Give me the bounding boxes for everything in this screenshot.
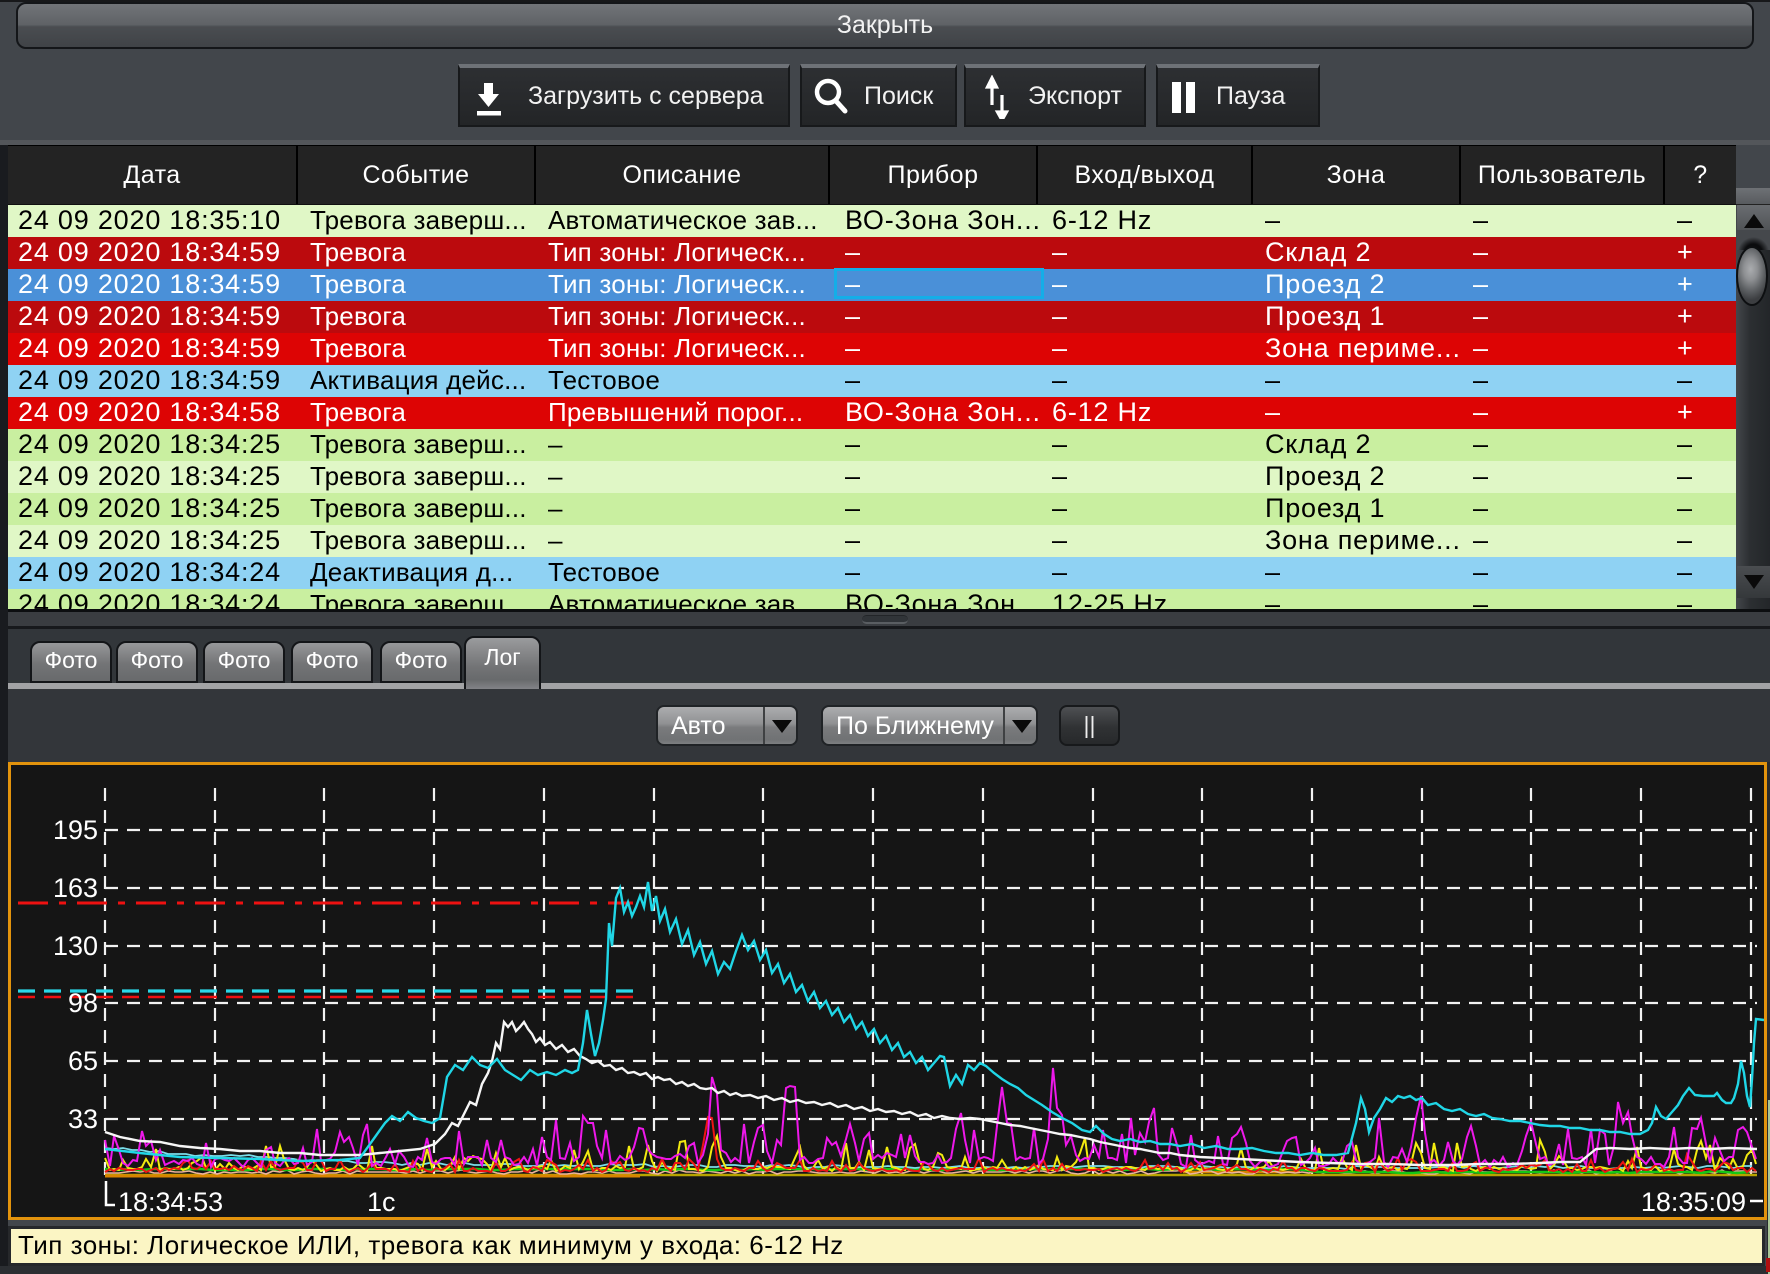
- svg-text:18:34:53: 18:34:53: [118, 1187, 223, 1217]
- svg-text:163: 163: [53, 873, 98, 903]
- svg-text:195: 195: [53, 815, 98, 845]
- svg-text:130: 130: [53, 931, 98, 961]
- svg-text:65: 65: [68, 1046, 98, 1076]
- svg-text:98: 98: [68, 988, 98, 1018]
- svg-text:18:35:09: 18:35:09: [1641, 1187, 1746, 1217]
- svg-text:1с: 1с: [367, 1187, 396, 1217]
- svg-text:33: 33: [68, 1104, 98, 1134]
